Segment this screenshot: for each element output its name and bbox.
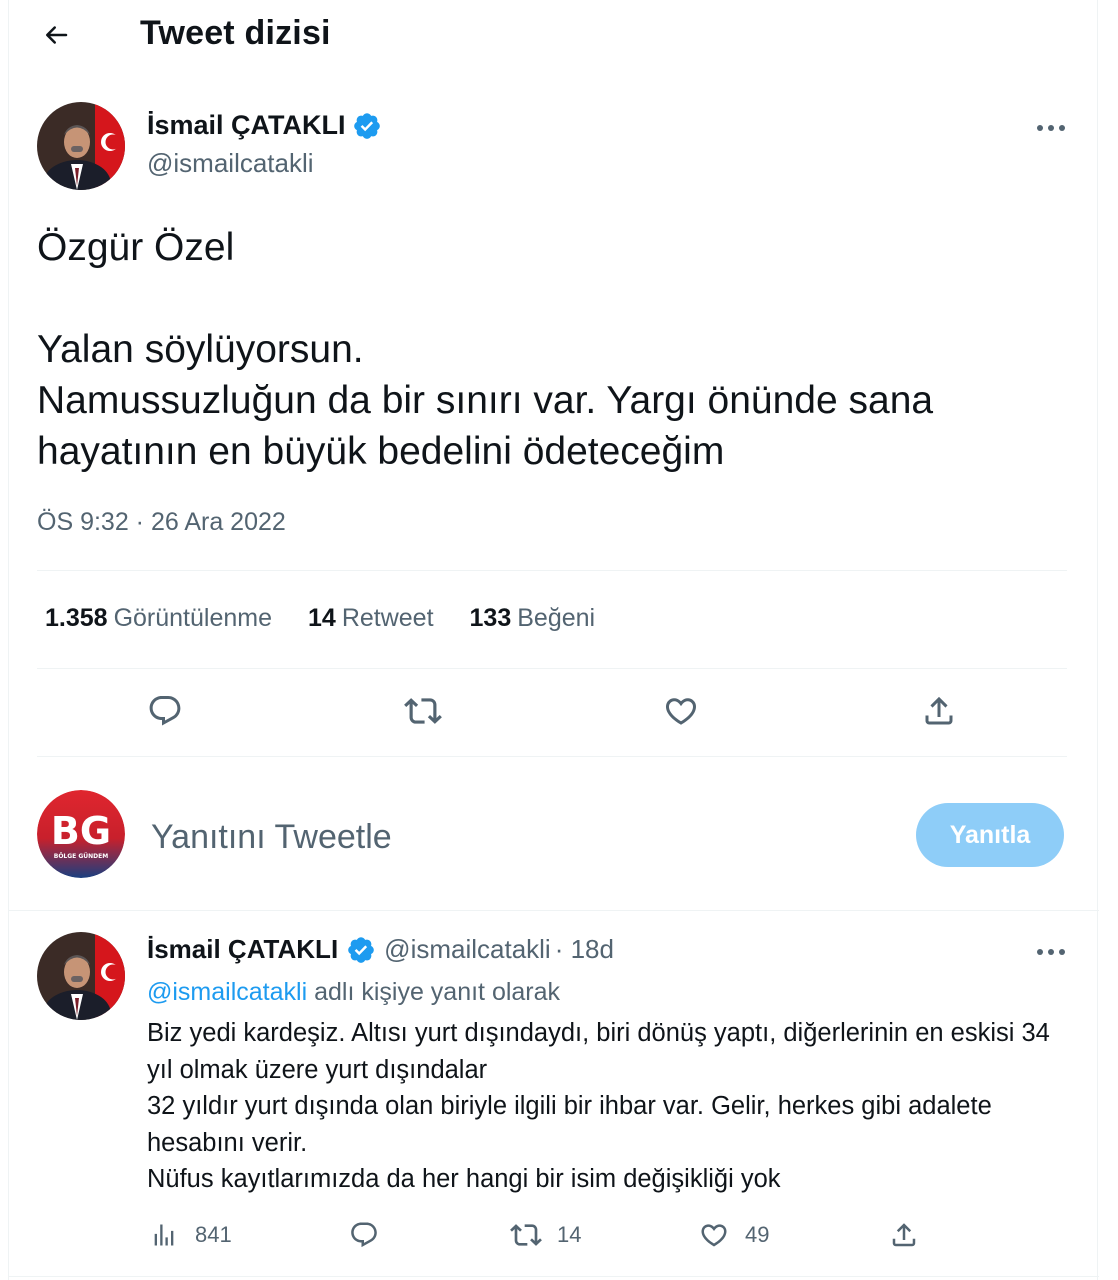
timeline-column: Tweet dizisi İsmail ÇATAKLI @ismailcatak… [8, 0, 1099, 1280]
more-icon [1037, 949, 1065, 955]
tweet-timestamp[interactable]: ÖS 9:32 · 26 Ara 2022 [37, 508, 286, 537]
reply-icon [149, 696, 181, 726]
verified-badge-icon [353, 112, 380, 139]
reply-tweet-text: Biz yedi kardeşiz. Altısı yurt dışındayd… [147, 1019, 1050, 1193]
reply-share-button[interactable] [887, 1218, 921, 1252]
divider [37, 570, 1067, 571]
replying-suffix: adlı kişiye yanıt olarak [307, 978, 561, 1006]
reply-author-avatar[interactable] [37, 932, 125, 1020]
divider [37, 756, 1067, 757]
likes-stat[interactable]: 133 Beğeni [470, 604, 596, 633]
reply-retweet-button[interactable]: 14 [509, 1218, 581, 1252]
current-user-avatar[interactable]: BG BÖLGE GÜNDEM [37, 790, 125, 878]
more-options-button[interactable] [1031, 116, 1071, 140]
retweet-icon [510, 1224, 542, 1246]
likes-count: 133 [469, 604, 512, 632]
reply-reply-button[interactable] [347, 1218, 395, 1252]
like-button[interactable] [657, 687, 705, 735]
reply-header: İsmail ÇATAKLI @ismailcatakli · 18d [147, 934, 614, 965]
author-avatar[interactable] [37, 102, 125, 190]
share-icon [925, 696, 953, 725]
reply-submit-button[interactable]: Yanıtla [916, 803, 1064, 867]
bolge-gundem-logo: BG BÖLGE GÜNDEM [37, 790, 125, 878]
share-button[interactable] [915, 687, 963, 735]
like-icon [701, 1224, 727, 1247]
page-header: Tweet dizisi [9, 0, 1099, 72]
verified-badge-icon [348, 936, 374, 963]
author-handle[interactable]: @ismailcatakli [147, 148, 314, 179]
reply-views-count: 841 [195, 1222, 232, 1247]
reply-like-count: 49 [745, 1222, 770, 1247]
reply-author-handle[interactable]: @ismailcatakli [384, 934, 551, 965]
author-photo [37, 102, 125, 190]
likes-label: Beğeni [517, 604, 596, 632]
reply-author-name[interactable]: İsmail ÇATAKLI [147, 934, 338, 965]
views-icon [154, 1224, 174, 1246]
reply-composer-input[interactable]: Yanıtını Tweetle [151, 818, 392, 857]
tweet-stats: 1.358 Görüntülenme 14 Retweet 133 Beğeni [45, 604, 595, 633]
logo-subtext: BÖLGE GÜNDEM [54, 853, 109, 860]
author-name[interactable]: İsmail ÇATAKLI [147, 110, 382, 141]
retweets-count: 14 [308, 604, 336, 632]
back-arrow-icon [46, 26, 68, 44]
author-name-text: İsmail ÇATAKLI [147, 110, 346, 140]
reply-retweet-count: 14 [557, 1222, 582, 1247]
retweet-button[interactable] [399, 687, 447, 735]
retweets-label: Retweet [341, 604, 434, 632]
back-button[interactable] [35, 14, 77, 56]
reply-views-button[interactable]: 841 [147, 1218, 232, 1252]
logo-letters: BG [51, 809, 111, 853]
reply-time[interactable]: · 18d [555, 934, 614, 965]
author-photo [37, 932, 125, 1020]
divider [9, 1276, 1099, 1277]
reply-icon [351, 1222, 377, 1248]
divider [9, 910, 1099, 911]
reply-like-button[interactable]: 49 [697, 1218, 769, 1252]
views-count: 1.358 [45, 604, 108, 632]
views-stat[interactable]: 1.358 Görüntülenme [45, 604, 272, 633]
replying-mention-link[interactable]: @ismailcatakli [147, 978, 307, 1006]
more-icon [1037, 125, 1065, 131]
page-title: Tweet dizisi [140, 14, 331, 52]
share-icon [892, 1223, 916, 1247]
retweet-icon [404, 698, 442, 724]
like-icon [665, 698, 697, 725]
replying-to: @ismailcatakli adlı kişiye yanıt olarak [147, 978, 560, 1007]
views-label: Görüntülenme [113, 604, 272, 632]
reply-more-options-button[interactable] [1031, 940, 1071, 964]
retweets-stat[interactable]: 14 Retweet [308, 604, 434, 633]
divider [37, 668, 1067, 669]
tweet-text: Özgür Özel Yalan söylüyorsun. Namussuzlu… [37, 226, 934, 473]
reply-button[interactable] [141, 687, 189, 735]
